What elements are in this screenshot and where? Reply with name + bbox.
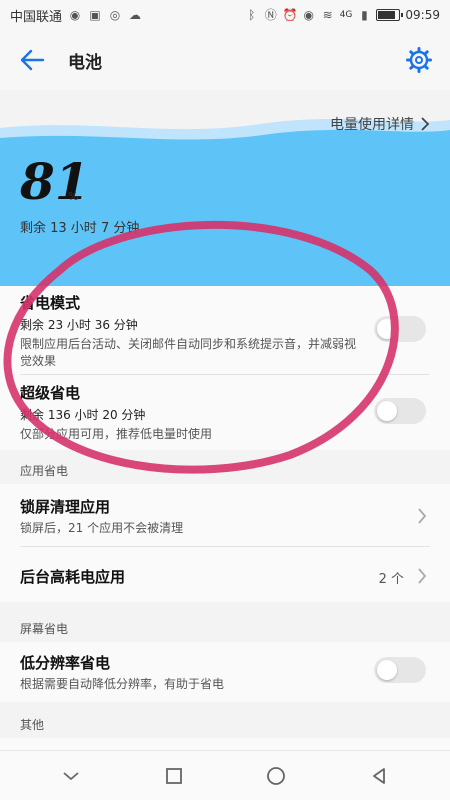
divider <box>20 546 430 547</box>
battery-remaining-time: 剩余 13 小时 7 分钟 <box>20 221 140 236</box>
bluetooth-icon: ᛒ <box>248 8 256 22</box>
status-bar: 中国联通 ◉ ▣ ◎ ☁ ᛒ Ⓝ ⏰ ◉ ≋ 4G ▮ 09:59 <box>0 0 450 30</box>
app-notification-icon: ▣ <box>89 8 101 22</box>
chevron-down-icon <box>63 771 79 780</box>
toggle-knob <box>377 401 397 421</box>
carrier-name: 中国联通 <box>10 9 63 25</box>
weibo-icon: ◉ <box>69 8 81 22</box>
app-header: 电池 <box>0 30 450 90</box>
triangle-back-icon <box>372 767 385 784</box>
nav-home-button[interactable] <box>256 756 296 796</box>
clock: 09:59 <box>405 8 440 22</box>
sina-icon: ◎ <box>109 8 121 22</box>
background-high-power-count: 2 个 <box>378 572 404 587</box>
other-card <box>0 738 450 750</box>
page-title: 电池 <box>68 52 102 73</box>
section-header-app-saving: 应用省电 <box>20 464 69 478</box>
gear-icon[interactable] <box>404 45 434 75</box>
network-type: 4G <box>339 10 353 20</box>
cloud-icon: ☁ <box>129 8 142 22</box>
power-saving-remaining: 剩余 23 小时 36 分钟 <box>20 318 138 332</box>
percent-sign: % <box>68 190 79 203</box>
lock-screen-clean-title: 锁屏清理应用 <box>20 498 111 516</box>
ultra-saving-title: 超级省电 <box>20 384 81 402</box>
battery-hero: 电量使用详情 81 % 剩余 13 小时 7 分钟 <box>0 90 450 286</box>
low-resolution-description: 根据需要自动降低分辨率，有助于省电 <box>20 677 225 691</box>
app-saving-card: 锁屏清理应用 锁屏后，21 个应用不会被清理 后台高耗电应用 2 个 <box>0 484 450 602</box>
battery-fill <box>378 11 395 19</box>
toggle-knob <box>377 319 397 339</box>
nav-collapse-button[interactable] <box>51 756 91 796</box>
lock-screen-clean-row[interactable]: 锁屏清理应用 锁屏后，21 个应用不会被清理 <box>0 496 450 546</box>
ultra-saving-description: 仅部分应用可用，推荐低电量时使用 <box>20 427 213 441</box>
low-resolution-title: 低分辨率省电 <box>20 654 111 672</box>
chevron-right-icon <box>421 117 430 131</box>
ultra-saving-toggle[interactable] <box>374 398 426 424</box>
power-saving-description: 限制应用后台活动、关闭邮件自动同步和系统提示音，并减弱视觉效果 <box>20 337 357 368</box>
low-resolution-toggle[interactable] <box>374 657 426 683</box>
section-header-screen-saving: 屏幕省电 <box>20 622 69 636</box>
background-high-power-title: 后台高耗电应用 <box>20 568 126 586</box>
power-saving-title: 省电模式 <box>20 294 81 312</box>
chevron-right-icon <box>418 508 427 524</box>
system-nav-bar <box>0 750 450 800</box>
eye-comfort-icon: ◉ <box>303 8 314 22</box>
toggle-knob <box>377 660 397 680</box>
back-arrow-icon[interactable] <box>16 44 48 76</box>
signal-icon: ▮ <box>361 8 368 22</box>
chevron-right-icon <box>418 568 427 584</box>
power-saving-toggle[interactable] <box>374 316 426 342</box>
power-mode-card: 省电模式 剩余 23 小时 36 分钟 限制应用后台活动、关闭邮件自动同步和系统… <box>0 286 450 450</box>
nav-back-button[interactable] <box>359 756 399 796</box>
section-header-other: 其他 <box>20 718 45 732</box>
alarm-icon: ⏰ <box>282 8 298 22</box>
nav-recents-button[interactable] <box>154 756 194 796</box>
nfc-icon: Ⓝ <box>264 8 277 22</box>
battery-icon <box>376 9 404 21</box>
circle-icon <box>267 766 286 785</box>
lock-screen-clean-description: 锁屏后，21 个应用不会被清理 <box>20 521 184 535</box>
screen-saving-card: 低分辨率省电 根据需要自动降低分辨率，有助于省电 <box>0 642 450 702</box>
ultra-saving-remaining: 剩余 136 小时 20 分钟 <box>20 408 146 422</box>
divider <box>20 374 430 375</box>
usage-details-label: 电量使用详情 <box>330 117 414 133</box>
usage-details-link[interactable]: 电量使用详情 <box>330 114 430 134</box>
wifi-icon: ≋ <box>322 8 333 22</box>
battery-percent: 81 <box>20 152 90 211</box>
square-icon <box>165 767 182 784</box>
